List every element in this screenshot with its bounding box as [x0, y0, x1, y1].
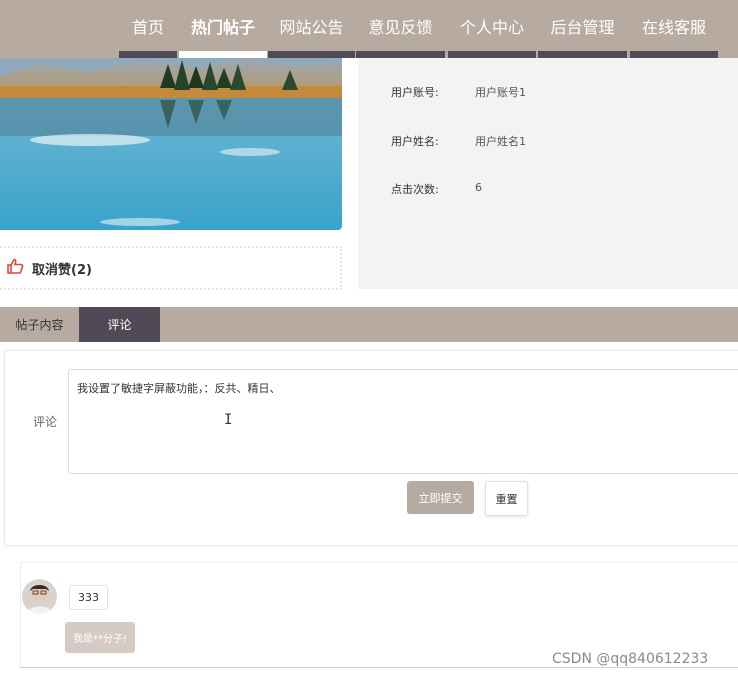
comment-form: 评论 我设置了敏捷字屏蔽功能，：反共、精日、 I 立即提交 重置 [4, 350, 738, 546]
watermark: CSDN @qq840612233 [552, 651, 709, 667]
tab-comments[interactable]: 评论 [79, 307, 160, 342]
nav-item-label: 在线客服 [641, 18, 706, 37]
info-row-account: 用户账号: 用户账号1 [391, 84, 526, 100]
nav-item-admin[interactable]: 后台管理 [538, 0, 627, 58]
nav-indicator [448, 51, 536, 58]
info-value: 用户账号1 [475, 86, 526, 99]
info-label: 点击次数: [391, 183, 439, 196]
info-value: 6 [475, 181, 482, 194]
nav-indicator-active [179, 51, 267, 58]
thumbs-up-icon[interactable] [6, 258, 24, 278]
nav-item-label: 意见反馈 [368, 18, 433, 37]
comment-label: 评论 [33, 415, 58, 429]
nav-item-online-service[interactable]: 在线客服 [630, 0, 718, 58]
info-label: 用户姓名: [391, 135, 439, 148]
info-value: 用户姓名1 [475, 135, 526, 148]
top-navigation: 首页 热门帖子 网站公告 意见反馈 个人中心 后台管理 在线客服 [0, 0, 738, 58]
nav-indicator [356, 51, 445, 58]
reset-button[interactable]: 重置 [485, 481, 528, 516]
nav-item-label: 热门帖子 [190, 18, 255, 37]
nav-item-label: 网站公告 [279, 18, 344, 37]
nav-item-label: 首页 [131, 18, 164, 37]
info-row-clicks: 点击次数: 6 [391, 181, 482, 197]
info-row-name: 用户姓名: 用户姓名1 [391, 133, 526, 149]
unlike-button[interactable]: 取消赞(2) [32, 259, 92, 278]
nav-item-announcements[interactable]: 网站公告 [268, 0, 355, 58]
nav-item-feedback[interactable]: 意见反馈 [356, 0, 445, 58]
post-info-panel: 用户账号: 用户账号1 用户姓名: 用户姓名1 点击次数: 6 [358, 58, 738, 289]
submit-button[interactable]: 立即提交 [407, 481, 474, 514]
like-row: 取消赞(2) [0, 246, 342, 290]
text-cursor-icon: I [224, 412, 233, 428]
comment-input[interactable]: 我设置了敏捷字屏蔽功能，：反共、精日、 [68, 369, 738, 474]
tab-bar: 帖子内容 评论 [0, 307, 738, 342]
info-label: 用户账号: [391, 86, 439, 99]
comment-username: 333 [69, 585, 108, 610]
nav-item-label: 个人中心 [459, 18, 524, 37]
avatar [22, 579, 57, 614]
nav-item-personal-center[interactable]: 个人中心 [448, 0, 536, 58]
nav-item-label: 后台管理 [550, 18, 615, 37]
nav-indicator [268, 51, 355, 58]
comment-text: 我是**分子! [65, 622, 136, 653]
nav-item-hot-posts[interactable]: 热门帖子 [179, 0, 267, 58]
nav-indicator [538, 51, 627, 58]
nav-indicator [119, 51, 177, 58]
tab-post-content[interactable]: 帖子内容 [0, 307, 79, 342]
nav-item-home[interactable]: 首页 [119, 0, 177, 58]
post-image [0, 58, 342, 230]
nav-indicator [630, 51, 718, 58]
